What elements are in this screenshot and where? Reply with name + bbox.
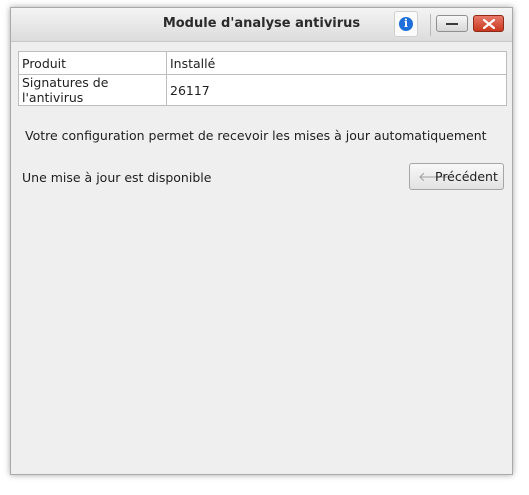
configuration-message: Votre configuration permet de recevoir l…	[25, 128, 487, 143]
antivirus-module-window: Module d'analyse antivirus i Produit Ins…	[10, 7, 513, 475]
update-available-message: Une mise à jour est disponible	[22, 170, 212, 185]
minimize-button[interactable]	[436, 15, 468, 32]
table-row: Produit Installé	[18, 51, 507, 75]
table-cell-value: Installé	[166, 51, 507, 75]
close-button[interactable]	[473, 15, 504, 32]
info-icon: i	[399, 17, 413, 31]
title-bar[interactable]: Module d'analyse antivirus i	[11, 8, 512, 42]
table-row: Signatures de l'antivirus 26117	[18, 74, 507, 106]
table-cell-label: Produit	[18, 51, 167, 75]
table-cell-value: 26117	[166, 74, 507, 106]
close-icon	[483, 19, 495, 29]
previous-button-label: Précédent	[435, 169, 498, 184]
info-button[interactable]: i	[394, 11, 418, 37]
product-info-table: Produit Installé Signatures de l'antivir…	[18, 51, 507, 106]
titlebar-separator	[430, 14, 431, 36]
table-cell-label: Signatures de l'antivirus	[18, 74, 167, 106]
minimize-icon	[446, 23, 458, 25]
previous-button[interactable]: 🡐 Précédent	[409, 163, 504, 190]
